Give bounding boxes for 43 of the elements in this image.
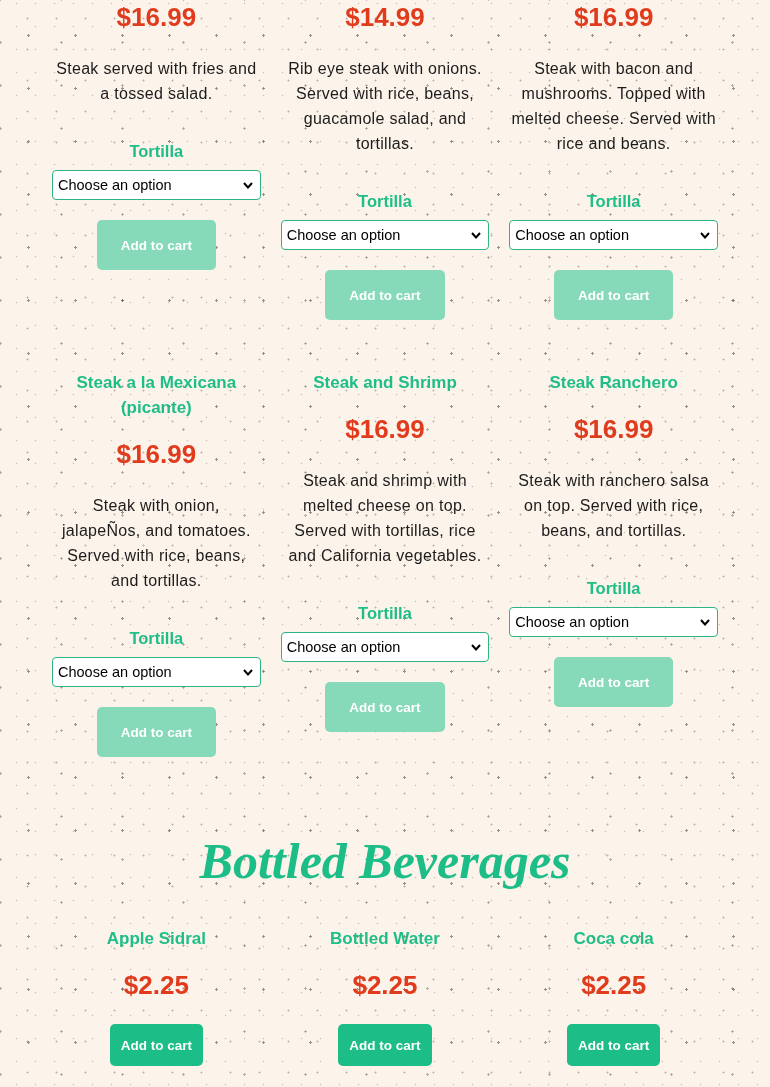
add-to-cart-button[interactable]: Add to cart [567,1024,661,1066]
item-name: Bottled Water [330,928,440,950]
chevron-down-icon [471,231,482,239]
item-price: $2.25 [123,969,189,1002]
option-label: Tortilla [586,191,641,212]
option-dropdown[interactable]: Choose an option [52,170,261,200]
item-description: Rib eye steak with onions. Served with rice, beans, guacamole salad, and tortillas. [287,59,483,154]
option-label: Tortilla [358,191,412,212]
add-to-cart-button[interactable]: Add to cart [338,1024,432,1066]
item-name: Coca cola [573,928,654,950]
item-description: Steak with ranchero salsa on top. Served with rice, beans, and tortillas. [517,471,710,541]
chevron-down-icon [700,618,710,626]
item-description: Steak with bacon and mushrooms. Topped with melted cheese. Served with rice and beans. [510,59,717,154]
item-price: $16.99 [573,1,654,34]
item-price: $16.99 [345,413,425,446]
item-name: Apple Sidral [106,928,206,950]
item-description: Steak with onion, jalapeÑos, and tomatoes. Served with rice, beans, and tortillas. [60,496,252,591]
item-price: $14.99 [345,1,425,34]
section-heading: Bottled Beverages [198,832,572,891]
chevron-down-icon [471,643,482,651]
item-price: $2.25 [352,969,418,1002]
option-dropdown[interactable]: Choose an option [280,220,490,250]
item-price: $16.99 [573,413,654,446]
option-dropdown[interactable]: Choose an option [509,607,718,637]
item-name: Steak Ranchero [549,372,678,394]
item-description: Steak and shrimp with melted cheese on top. Served with tortillas, rice and California vegetables. [287,471,483,566]
option-label: Tortilla [129,141,184,162]
option-dropdown[interactable]: Choose an option [280,632,490,662]
item-price: $2.25 [581,969,647,1002]
item-description: Steak served with fries and a tossed salad. [55,59,258,104]
option-label: Tortilla [358,603,412,624]
item-price: $16.99 [116,438,197,471]
option-dropdown[interactable]: Choose an option [52,657,261,687]
option-label: Tortilla [129,628,184,649]
option-label: Tortilla [586,578,641,599]
item-price: $16.99 [116,1,197,34]
item-name: Steak and Shrimp [313,372,457,394]
chevron-down-icon [242,668,253,676]
add-to-cart-button[interactable]: Add to cart [109,1024,203,1066]
option-dropdown[interactable]: Choose an option [509,220,718,250]
chevron-down-icon [242,181,253,189]
item-name: Steak a la Mexicana (picante) [75,372,238,419]
chevron-down-icon [700,231,710,239]
